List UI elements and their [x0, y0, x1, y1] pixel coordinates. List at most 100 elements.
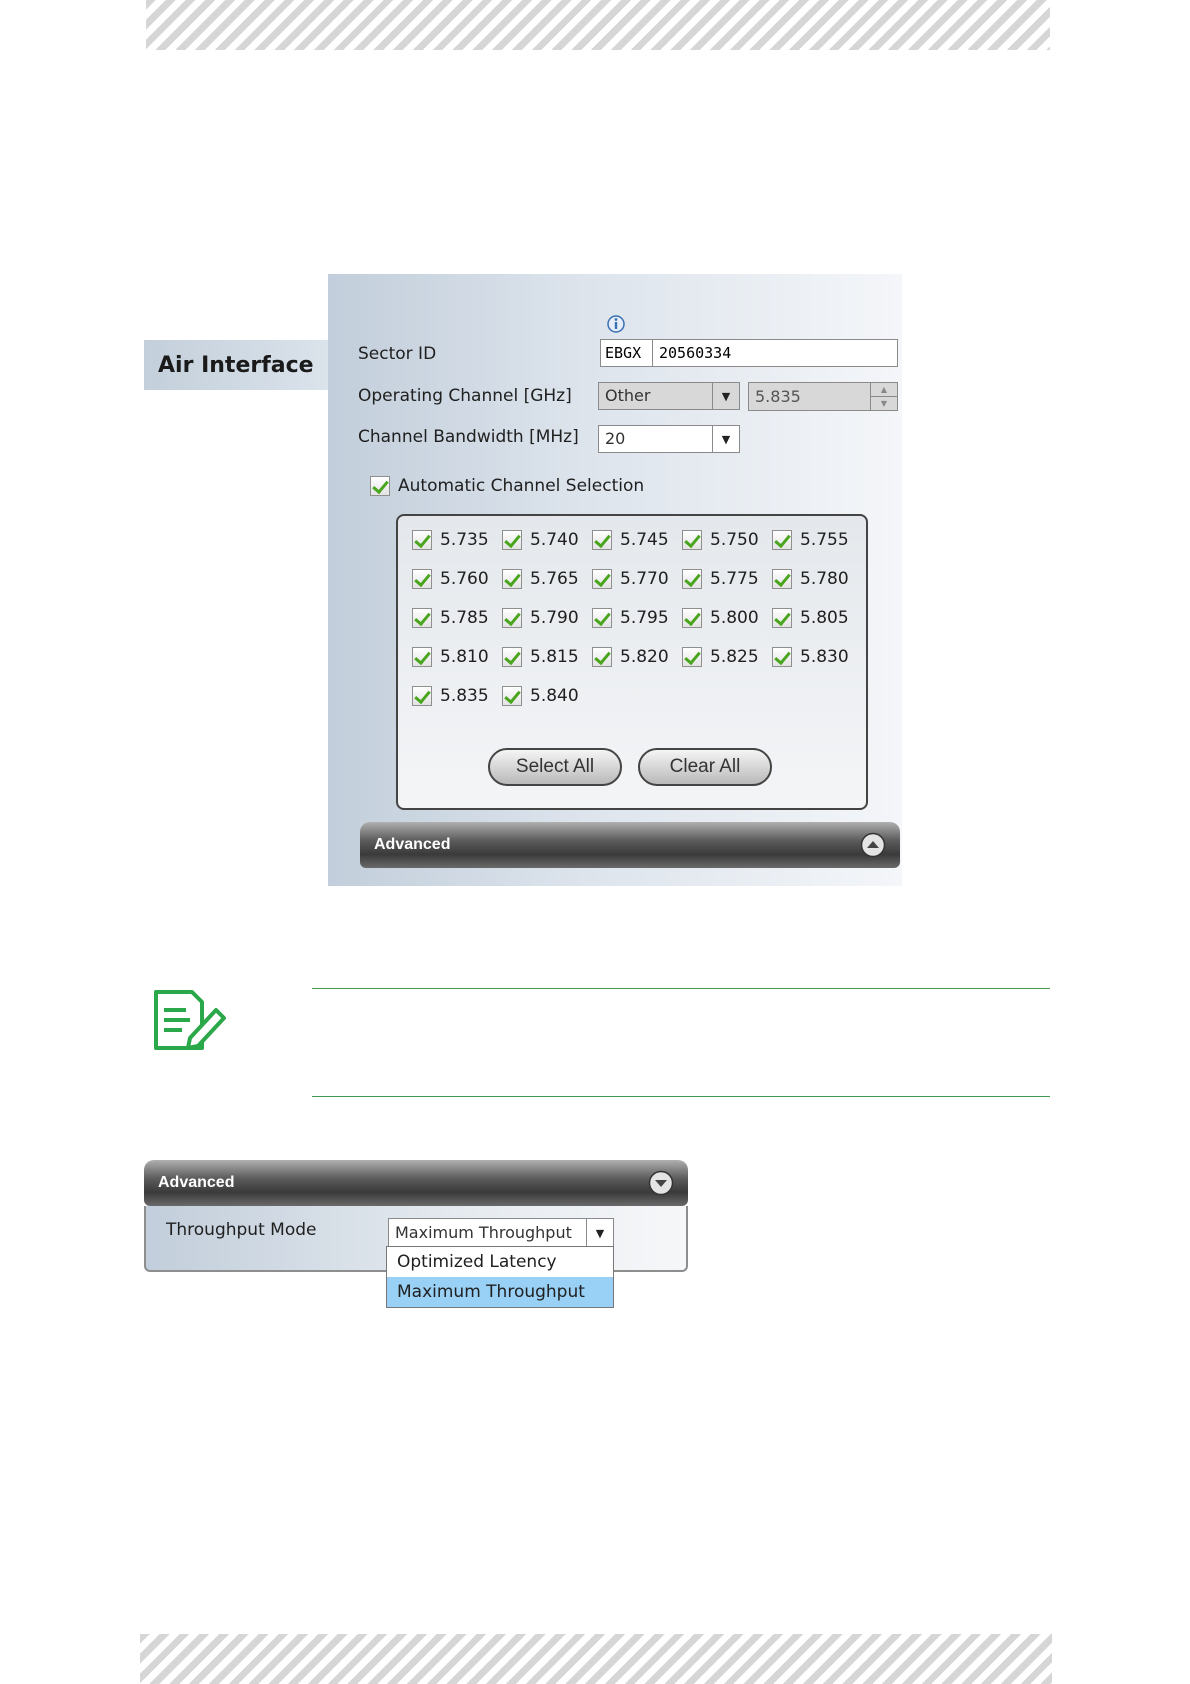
chevron-down-icon[interactable]: ▼ — [586, 1219, 613, 1247]
channel-checkbox-item[interactable]: 5.780 — [772, 569, 849, 589]
channel-checkbox[interactable] — [502, 530, 522, 550]
collapse-up-icon[interactable] — [860, 832, 886, 858]
channel-label: 5.780 — [800, 569, 849, 589]
option-maximum-throughput[interactable]: Maximum Throughput — [387, 1277, 613, 1307]
operating-channel-spinner[interactable]: 5.835 ▲ ▼ — [748, 382, 898, 411]
note-pencil-icon — [154, 990, 226, 1050]
channel-label: 5.820 — [620, 647, 669, 667]
spin-down-icon[interactable]: ▼ — [871, 397, 897, 410]
channel-checkbox[interactable] — [772, 608, 792, 628]
advanced-panel-title: Advanced — [158, 1174, 235, 1191]
channel-checkbox[interactable] — [412, 530, 432, 550]
channel-checkbox-item[interactable]: 5.765 — [502, 569, 579, 589]
channel-checkbox[interactable] — [772, 569, 792, 589]
operating-channel-value: 5.835 — [755, 387, 801, 406]
expand-down-icon[interactable] — [648, 1170, 674, 1196]
channel-bandwidth-select[interactable]: 20 ▼ — [598, 425, 740, 453]
channel-label: 5.755 — [800, 530, 849, 550]
throughput-mode-select[interactable]: Maximum Throughput ▼ — [388, 1218, 614, 1248]
channel-checkbox[interactable] — [592, 647, 612, 667]
channel-checkbox-item[interactable]: 5.755 — [772, 530, 849, 550]
channel-checkbox-item[interactable]: 5.760 — [412, 569, 489, 589]
air-interface-tab-label: Air Interface — [158, 352, 314, 378]
channel-checkbox[interactable] — [502, 608, 522, 628]
channel-bandwidth-label: Channel Bandwidth [MHz] — [358, 427, 579, 447]
channel-checkbox-item[interactable]: 5.820 — [592, 647, 669, 667]
sector-id-label: Sector ID — [358, 344, 437, 364]
channel-checkbox-item[interactable]: 5.790 — [502, 608, 579, 628]
air-interface-panel: Sector ID EBGX 20560334 Operating Channe… — [328, 274, 902, 886]
channel-checkbox[interactable] — [682, 608, 702, 628]
header-hatch-band — [146, 0, 1050, 50]
advanced-section-header[interactable]: Advanced — [360, 822, 900, 868]
channel-checkbox[interactable] — [412, 686, 432, 706]
channel-checkbox-item[interactable]: 5.775 — [682, 569, 759, 589]
automatic-channel-selection-label: Automatic Channel Selection — [398, 476, 645, 496]
channel-label: 5.800 — [710, 608, 759, 628]
channel-checkbox-item[interactable]: 5.825 — [682, 647, 759, 667]
channel-label: 5.735 — [440, 530, 489, 550]
channel-bandwidth-selected: 20 — [605, 429, 626, 448]
channel-checkbox-item[interactable]: 5.750 — [682, 530, 759, 550]
channel-label: 5.825 — [710, 647, 759, 667]
channel-label: 5.785 — [440, 608, 489, 628]
channel-label: 5.765 — [530, 569, 579, 589]
channel-checkbox[interactable] — [772, 530, 792, 550]
option-optimized-latency[interactable]: Optimized Latency — [387, 1247, 613, 1277]
channel-checkbox[interactable] — [412, 569, 432, 589]
channel-label: 5.775 — [710, 569, 759, 589]
channel-checkbox-item[interactable]: 5.835 — [412, 686, 489, 706]
throughput-mode-dropdown-list: Optimized Latency Maximum Throughput — [386, 1246, 614, 1308]
channel-label: 5.740 — [530, 530, 579, 550]
channel-checkbox-item[interactable]: 5.830 — [772, 647, 849, 667]
channel-label: 5.750 — [710, 530, 759, 550]
note-top-rule — [312, 988, 1050, 989]
channel-checkbox[interactable] — [502, 647, 522, 667]
channel-checkbox[interactable] — [502, 686, 522, 706]
info-icon[interactable] — [606, 314, 626, 334]
channel-checkbox[interactable] — [412, 647, 432, 667]
advanced-panel-header[interactable]: Advanced — [144, 1160, 688, 1206]
sector-id-field[interactable]: EBGX 20560334 — [600, 339, 898, 367]
channel-checkbox[interactable] — [592, 608, 612, 628]
channel-label: 5.840 — [530, 686, 579, 706]
clear-all-button[interactable]: Clear All — [638, 748, 772, 786]
channel-checkbox-item[interactable]: 5.745 — [592, 530, 669, 550]
channel-label: 5.790 — [530, 608, 579, 628]
air-interface-tab[interactable]: Air Interface — [144, 340, 328, 390]
channel-checkbox-item[interactable]: 5.770 — [592, 569, 669, 589]
channel-checkbox-item[interactable]: 5.795 — [592, 608, 669, 628]
channel-checkbox[interactable] — [592, 569, 612, 589]
operating-channel-label: Operating Channel [GHz] — [358, 386, 572, 406]
channel-list-box: 5.735 5.740 5.745 5.750 5.755 5.760 5.765 5.770… — [396, 514, 868, 810]
channel-label: 5.795 — [620, 608, 669, 628]
channel-checkbox[interactable] — [772, 647, 792, 667]
chevron-down-icon: ▼ — [712, 426, 739, 452]
channel-checkbox[interactable] — [682, 530, 702, 550]
channel-checkbox-item[interactable]: 5.810 — [412, 647, 489, 667]
channel-checkbox[interactable] — [682, 569, 702, 589]
channel-checkbox-item[interactable]: 5.735 — [412, 530, 489, 550]
channel-checkbox-item[interactable]: 5.800 — [682, 608, 759, 628]
channel-checkbox[interactable] — [682, 647, 702, 667]
channel-label: 5.830 — [800, 647, 849, 667]
select-all-button[interactable]: Select All — [488, 748, 622, 786]
channel-label: 5.835 — [440, 686, 489, 706]
channel-checkbox-item[interactable]: 5.740 — [502, 530, 579, 550]
sector-id-value: 20560334 — [659, 344, 732, 362]
channel-checkbox[interactable] — [502, 569, 522, 589]
channel-checkbox[interactable] — [592, 530, 612, 550]
channel-label: 5.770 — [620, 569, 669, 589]
throughput-mode-selected: Maximum Throughput — [395, 1223, 572, 1242]
automatic-channel-selection-checkbox[interactable] — [370, 476, 390, 496]
automatic-channel-selection[interactable]: Automatic Channel Selection — [370, 476, 644, 496]
channel-label: 5.815 — [530, 647, 579, 667]
channel-checkbox-item[interactable]: 5.840 — [502, 686, 579, 706]
channel-checkbox-item[interactable]: 5.805 — [772, 608, 849, 628]
operating-channel-select[interactable]: Other ▼ — [598, 382, 740, 410]
channel-checkbox-item[interactable]: 5.815 — [502, 647, 579, 667]
channel-checkbox-item[interactable]: 5.785 — [412, 608, 489, 628]
channel-checkbox[interactable] — [412, 608, 432, 628]
operating-channel-selected: Other — [605, 386, 651, 405]
spin-up-icon[interactable]: ▲ — [871, 383, 897, 397]
